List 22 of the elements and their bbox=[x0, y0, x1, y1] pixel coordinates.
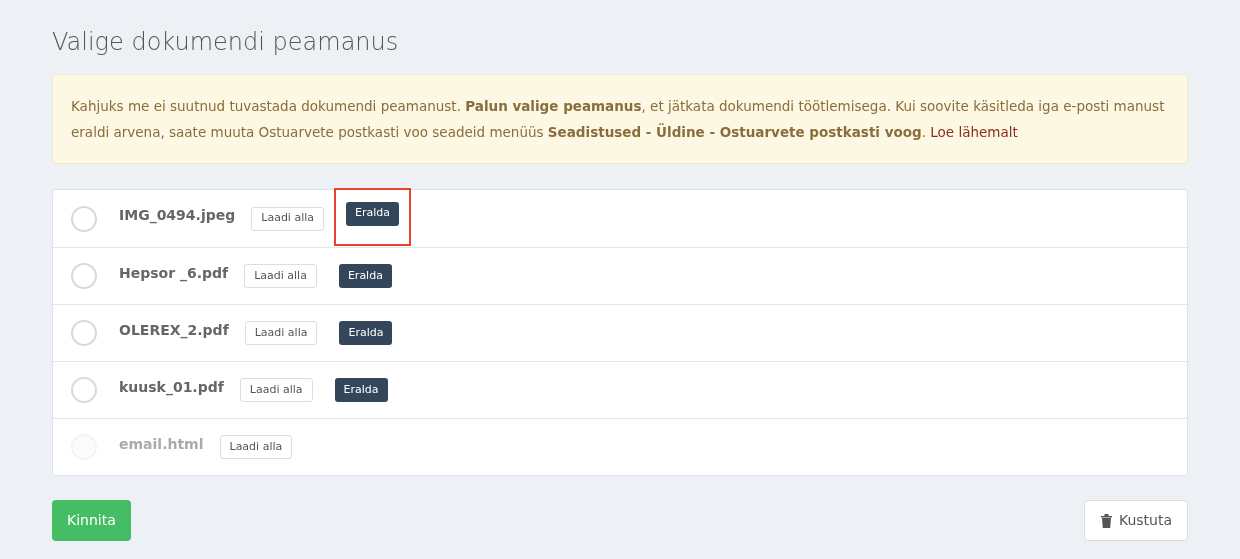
trash-icon bbox=[1099, 512, 1113, 529]
split-button[interactable]: Eralda bbox=[338, 264, 392, 288]
learn-more-link[interactable]: Loe lähemalt bbox=[930, 124, 1018, 140]
download-button[interactable]: Laadi alla bbox=[251, 206, 324, 231]
download-button[interactable]: Laadi alla bbox=[239, 378, 313, 402]
file-name: OLEREX_2.pdf bbox=[119, 320, 229, 341]
file-name: Hepsor _6.pdf bbox=[119, 263, 229, 284]
split-button[interactable]: Eralda bbox=[339, 321, 393, 345]
split-button[interactable]: Eralda bbox=[334, 378, 388, 402]
radio-button[interactable] bbox=[71, 377, 97, 403]
download-button[interactable]: Laadi alla bbox=[244, 321, 318, 345]
file-name: email.html bbox=[119, 434, 204, 454]
split-button[interactable]: Eralda bbox=[346, 201, 399, 226]
radio-button[interactable] bbox=[71, 263, 97, 289]
page-title: Valige dokumendi peamanus bbox=[52, 27, 399, 58]
radio-button[interactable] bbox=[71, 320, 97, 346]
file-name: kuusk_01.pdf bbox=[119, 377, 224, 398]
notice-text: Kahjuks me ei suutnud tuvastada dokumendi peamanust. Palun valige peamanus, et jätkata dokumendi töötlemisega. Kui soovite käsitleda iga e-posti manust eraldi arvena, saate muuta Ostuarvete postkasti voo seadeid menüüs Seadistused - Üldine - Ostuarvete postkasti voog. Loe lähemalt bbox=[71, 97, 1166, 142]
delete-button[interactable]: Kustuta bbox=[1083, 500, 1188, 541]
download-button[interactable]: Laadi alla bbox=[244, 264, 317, 288]
radio-button[interactable] bbox=[71, 205, 97, 232]
file-name: IMG_0494.jpeg bbox=[119, 206, 236, 226]
